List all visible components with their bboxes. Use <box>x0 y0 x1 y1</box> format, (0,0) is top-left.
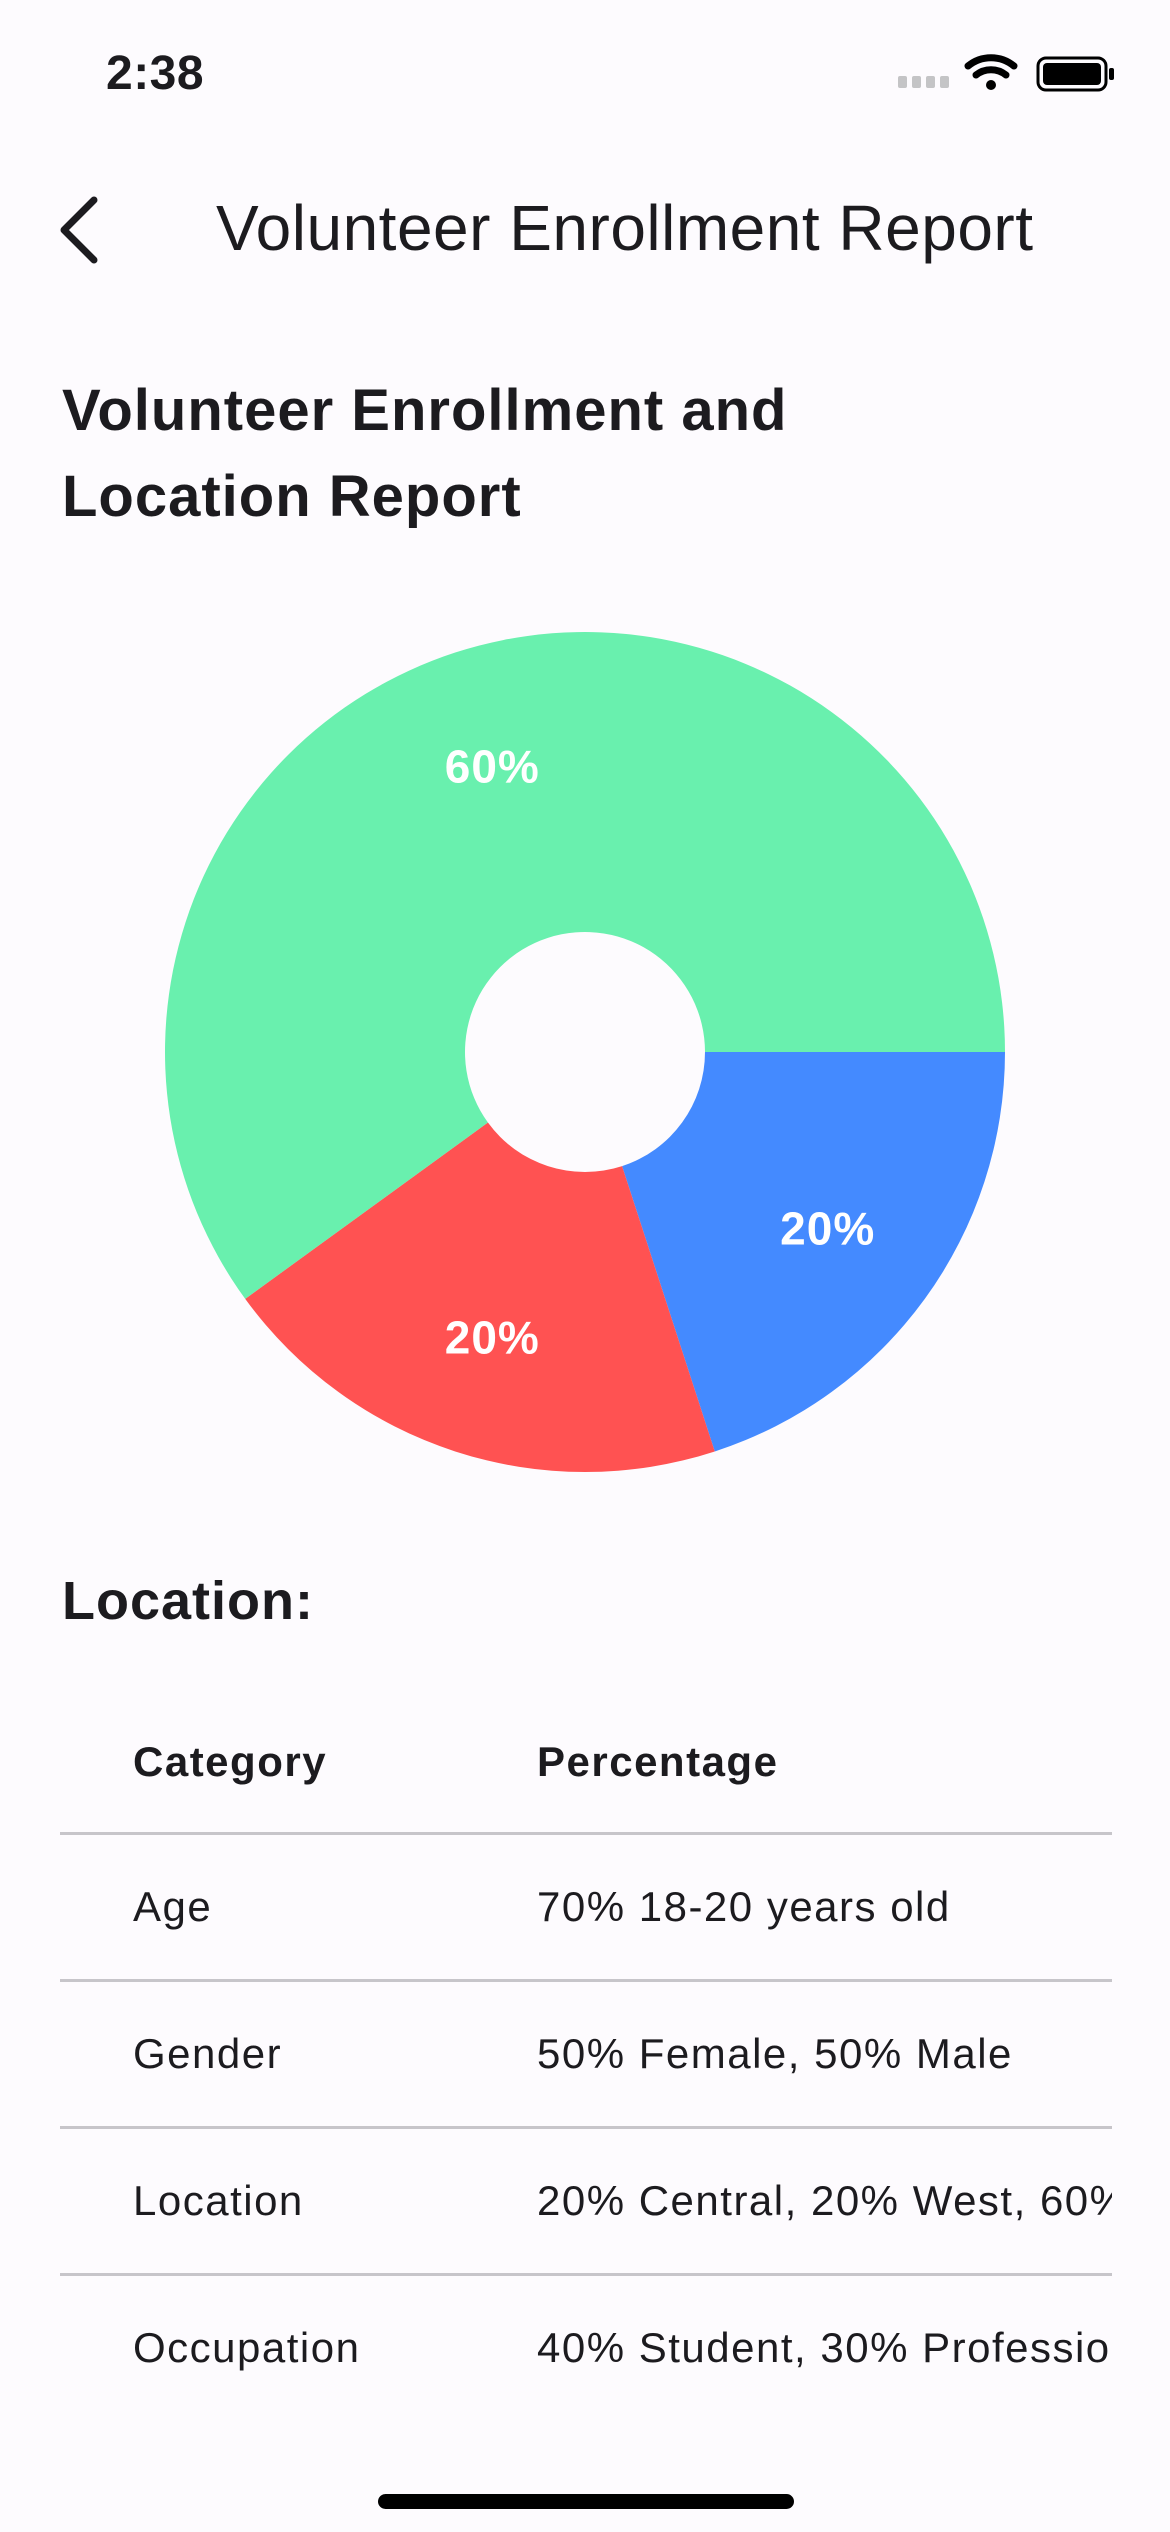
location-section-label: Location: <box>62 1571 314 1631</box>
table-row: Occupation 40% Student, 30% Professional… <box>60 2276 1112 2420</box>
chevron-left-icon <box>60 196 98 264</box>
column-header-category: Category <box>133 1738 328 1785</box>
table-cell-category: Age <box>133 1883 213 1930</box>
donut-slice-label-1: 20% <box>445 1311 540 1363</box>
table-row: Location 20% Central, 20% West, 60% East <box>60 2129 1112 2276</box>
report-heading-line2: Location Report <box>62 464 522 529</box>
back-button[interactable] <box>30 180 130 280</box>
table-cell-category: Gender <box>133 2030 283 2077</box>
home-indicator <box>378 2494 794 2509</box>
report-heading-line1: Volunteer Enrollment and <box>62 378 788 443</box>
table-cell-percentage: 70% 18-20 years old <box>537 1883 951 1930</box>
battery-icon <box>1036 56 1114 92</box>
table-row: Gender 50% Female, 50% Male <box>60 1982 1112 2129</box>
status-icons <box>898 52 1118 96</box>
page-title: Volunteer Enrollment Report <box>216 192 1034 264</box>
donut-chart-svg: 20% 20% 60% <box>165 632 1006 1472</box>
table-cell-percentage: 50% Female, 50% Male <box>537 2030 1013 2077</box>
donut-chart: 20% 20% 60% <box>0 600 1170 1500</box>
report-heading: Volunteer Enrollment and Location Report <box>62 368 1062 540</box>
donut-slice-label-0: 20% <box>780 1202 875 1254</box>
donut-slice-label-2: 60% <box>445 741 540 793</box>
location-table: Category Percentage Age 70% 18-20 years … <box>60 1690 1112 2420</box>
wifi-icon <box>964 54 1018 90</box>
status-time: 2:38 <box>106 47 205 100</box>
table-cell-percentage: 40% Student, 30% Professional, 30% Other <box>537 2324 1112 2371</box>
table-cell-category: Occupation <box>133 2324 361 2371</box>
table-cell-percentage: 20% Central, 20% West, 60% East <box>537 2177 1112 2224</box>
table-cell-category: Location <box>133 2177 304 2224</box>
cellular-signal-icon <box>898 76 949 88</box>
column-header-percentage: Percentage <box>537 1738 779 1785</box>
table-header-row: Category Percentage <box>60 1690 1112 1835</box>
table-row: Age 70% 18-20 years old <box>60 1835 1112 1982</box>
